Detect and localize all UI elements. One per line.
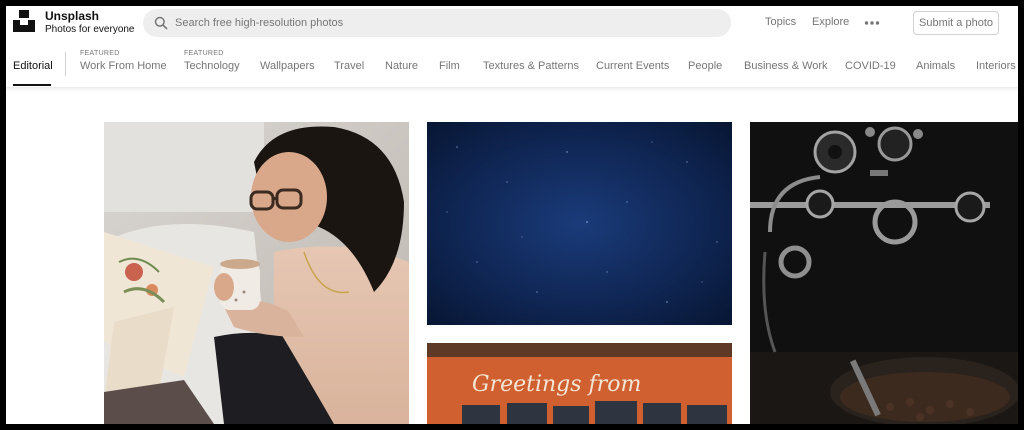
brand-name: Unsplash [45, 9, 100, 23]
tab-label: Current Events [596, 60, 670, 72]
nav-explore[interactable]: Explore [812, 16, 849, 28]
tab-label: Business & Work [744, 60, 828, 72]
brand-tagline: Photos for everyone [45, 24, 135, 35]
photo-night-sky[interactable] [427, 122, 732, 325]
tab-label: Textures & Patterns [483, 60, 579, 72]
tab-label: Film [439, 60, 460, 72]
search-icon [154, 16, 168, 30]
search-placeholder: Search free high-resolution photos [175, 17, 344, 29]
photo-coffee-roaster[interactable] [750, 122, 1018, 424]
nav-topics[interactable]: Topics [765, 16, 796, 28]
postcard-sign-text: Greetings from [472, 372, 641, 397]
tab-label: Interiors [976, 60, 1016, 72]
top-header: Unsplash Photos for everyone Search free… [6, 6, 1018, 40]
tab-label: Editorial [13, 60, 53, 72]
featured-label: FEATURED [80, 50, 120, 57]
browser-viewport: Unsplash Photos for everyone Search free… [6, 6, 1018, 424]
brand[interactable]: Unsplash Photos for everyone [45, 10, 135, 36]
tab-label: Work From Home [80, 60, 167, 72]
tab-label: COVID-19 [845, 60, 896, 72]
submit-photo-button[interactable]: Submit a photo [913, 11, 999, 35]
tab-label: Animals [916, 60, 956, 72]
unsplash-logo-icon[interactable] [13, 10, 35, 32]
category-tabs: Editorial FEATURED Work From Home FEATUR… [6, 40, 1018, 88]
tab-label: Technology [184, 60, 240, 72]
active-tab-indicator [13, 84, 51, 86]
tab-label: Nature [385, 60, 419, 72]
featured-label: FEATURED [184, 50, 224, 57]
tab-divider [65, 52, 66, 76]
tab-label: Travel [334, 60, 365, 72]
ellipsis-icon[interactable] [864, 16, 880, 28]
tab-label: People [688, 60, 723, 72]
photo-greetings-postcard[interactable]: Greetings from [427, 343, 732, 424]
tab-label: Wallpapers [260, 60, 315, 72]
search-input[interactable]: Search free high-resolution photos [143, 9, 731, 37]
photo-woman-with-mug[interactable] [104, 122, 409, 424]
